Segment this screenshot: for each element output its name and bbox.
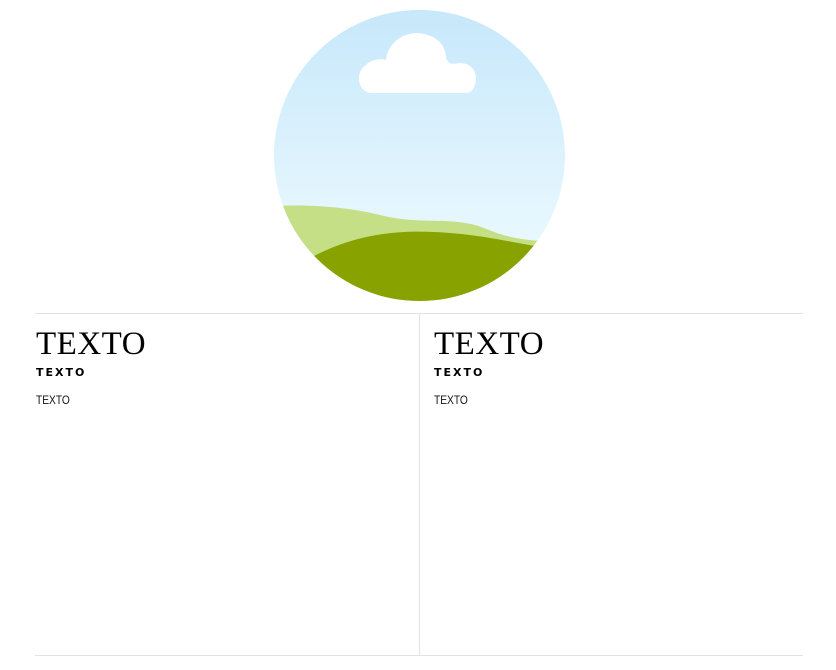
column-body-text: TEXTO — [434, 393, 468, 407]
hero-image — [274, 10, 565, 301]
column-title: TEXTO — [36, 326, 147, 362]
landscape-illustration-icon — [274, 10, 565, 301]
text-column-right: TEXTO TEXTO TEXTO — [434, 314, 545, 408]
bottom-divider — [35, 655, 803, 656]
column-title: TEXTO — [434, 326, 545, 362]
column-divider — [419, 314, 420, 655]
column-subtitle: TEXTO — [434, 366, 485, 379]
column-subtitle: TEXTO — [36, 366, 87, 379]
text-column-left: TEXTO TEXTO TEXTO — [36, 314, 147, 408]
column-body-text: TEXTO — [36, 393, 70, 407]
